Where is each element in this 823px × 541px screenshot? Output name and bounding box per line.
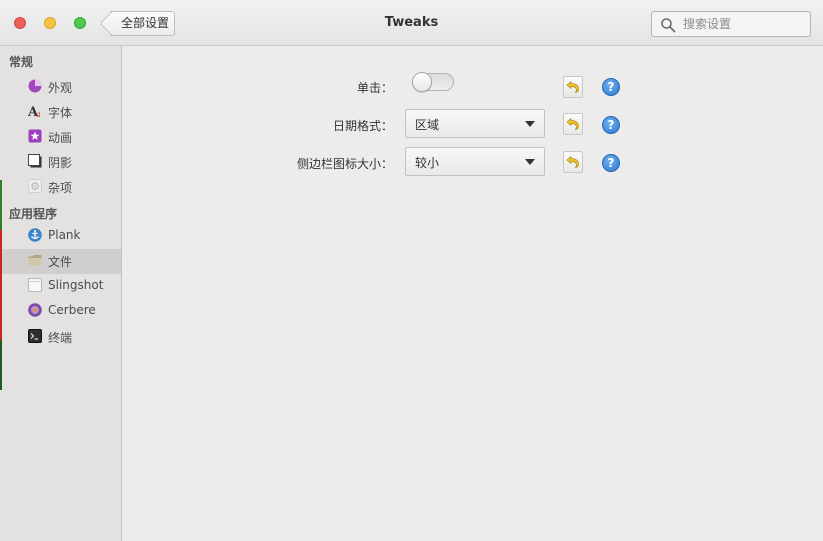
switch-knob — [412, 72, 432, 92]
plank-icon — [28, 228, 42, 242]
desktop-edge-decoration — [0, 180, 2, 230]
sidebar-icon-size-reset-button[interactable] — [563, 151, 583, 173]
sidebar-item-label: 杂项 — [48, 181, 73, 195]
sidebar-item-label: Slingshot — [48, 278, 104, 292]
single-click-label: 单击： — [356, 81, 393, 95]
search-input[interactable]: 搜索设置 — [651, 11, 811, 37]
sidebar-item-shadow[interactable]: 阴影 — [0, 150, 121, 175]
undo-icon — [566, 155, 579, 168]
fonts-icon: A a — [28, 105, 41, 118]
sidebar-section-general: 常规 — [9, 55, 34, 69]
sidebar-item-fonts[interactable]: A a 字体 — [0, 100, 121, 125]
sidebar-section-applications: 应用程序 — [9, 207, 58, 221]
single-click-reset-button[interactable] — [563, 76, 583, 98]
undo-icon — [566, 80, 579, 93]
title-bar: 全部设置 Tweaks 搜索设置 — [0, 0, 823, 46]
undo-icon — [566, 117, 579, 130]
shadow-icon — [28, 154, 42, 168]
terminal-icon — [28, 329, 42, 343]
sidebar-item-label: Cerbere — [48, 303, 96, 317]
sidebar-icon-size-value: 较小 — [415, 156, 440, 170]
date-format-select[interactable]: 区域 — [405, 109, 545, 138]
svg-text:a: a — [36, 110, 41, 118]
search-icon — [661, 18, 676, 33]
sidebar-item-label: 终端 — [48, 331, 73, 345]
date-format-value: 区域 — [415, 118, 440, 132]
sidebar-icon-size-help-button[interactable]: ? — [602, 154, 620, 172]
sidebar-item-label: 动画 — [48, 131, 73, 145]
sidebar-item-slingshot[interactable]: Slingshot — [0, 274, 121, 299]
single-click-help-button[interactable]: ? — [602, 78, 620, 96]
misc-icon — [28, 179, 42, 193]
date-format-help-button[interactable]: ? — [602, 116, 620, 134]
date-format-label: 日期格式： — [332, 119, 393, 133]
sidebar-item-files[interactable]: 文件 — [0, 249, 121, 274]
sidebar-icon-size-select[interactable]: 较小 — [405, 147, 545, 176]
dropdown-arrow-icon — [525, 159, 535, 165]
files-icon — [28, 255, 42, 266]
single-click-switch[interactable] — [412, 72, 454, 92]
cerbere-icon — [28, 303, 42, 317]
desktop-edge-decoration — [0, 340, 2, 390]
dropdown-arrow-icon — [525, 121, 535, 127]
sidebar-item-label: 外观 — [48, 81, 73, 95]
desktop-edge-decoration — [0, 230, 2, 340]
animation-icon — [28, 129, 42, 143]
sidebar-icon-size-label: 侧边栏图标大小： — [296, 157, 393, 171]
sidebar: 常规 外观 A a 字体 动画 阴影 杂项 应用程序 Plank 文件 Slin… — [0, 46, 122, 541]
sidebar-item-misc[interactable]: 杂项 — [0, 175, 121, 200]
date-format-reset-button[interactable] — [563, 113, 583, 135]
sidebar-item-label: 字体 — [48, 106, 73, 120]
sidebar-item-label: 阴影 — [48, 156, 73, 170]
search-placeholder: 搜索设置 — [683, 17, 732, 31]
sidebar-item-label: Plank — [48, 228, 81, 242]
sidebar-item-cerbere[interactable]: Cerbere — [0, 299, 121, 324]
sidebar-item-terminal[interactable]: 终端 — [0, 325, 121, 350]
sidebar-item-label: 文件 — [48, 255, 73, 269]
slingshot-icon — [28, 278, 42, 292]
sidebar-item-appearance[interactable]: 外观 — [0, 75, 121, 100]
tweaks-window: 全部设置 Tweaks 搜索设置 常规 外观 A a 字体 动画 阴影 杂项 应… — [0, 0, 823, 541]
sidebar-item-animation[interactable]: 动画 — [0, 125, 121, 150]
sidebar-item-plank[interactable]: Plank — [0, 224, 121, 249]
appearance-icon — [28, 79, 42, 93]
